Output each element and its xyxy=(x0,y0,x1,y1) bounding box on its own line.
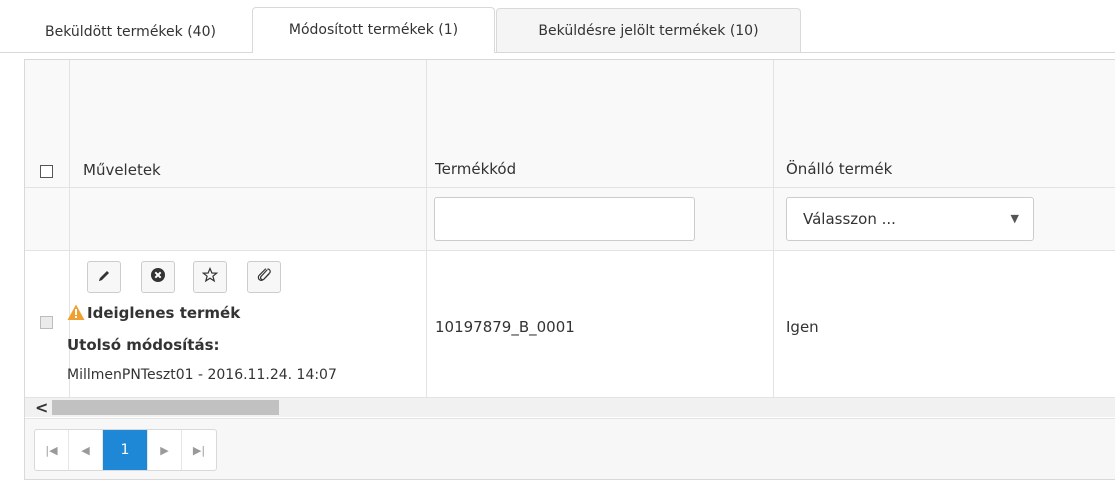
remove-button[interactable] xyxy=(141,261,175,293)
select-all-checkbox[interactable] xyxy=(40,165,53,178)
scrollbar-thumb[interactable] xyxy=(52,400,279,415)
temporary-product-warning: Ideiglenes termék xyxy=(87,304,241,322)
pencil-icon xyxy=(97,268,111,287)
next-page-icon: ▶ xyxy=(160,443,169,457)
column-header-product-code[interactable]: Termékkód xyxy=(435,160,516,178)
column-header-actions[interactable]: Műveletek xyxy=(83,161,161,179)
product-code-cell: 10197879_B_0001 xyxy=(435,318,575,336)
product-code-filter-input[interactable] xyxy=(434,197,695,241)
last-modified-value: MillmenPNTeszt01 - 2016.11.24. 14:07 xyxy=(67,367,337,383)
star-icon xyxy=(201,266,219,287)
previous-page-icon: ◀ xyxy=(81,443,90,457)
standalone-filter-select[interactable]: Válasszon ... ▼ xyxy=(786,197,1034,241)
attachment-button[interactable] xyxy=(247,261,281,293)
last-page-button[interactable]: ▶| xyxy=(182,430,216,470)
tab-modified-products[interactable]: Módosított termékek (1) xyxy=(252,7,495,53)
first-page-icon: |◀ xyxy=(45,443,58,457)
dropdown-caret-icon: ▼ xyxy=(1010,212,1019,225)
col-divider xyxy=(773,60,774,397)
standalone-filter-selected: Válasszon ... xyxy=(803,210,896,228)
edit-button[interactable] xyxy=(87,261,121,293)
page-button-current[interactable]: 1 xyxy=(103,430,148,470)
first-page-button[interactable]: |◀ xyxy=(35,430,69,470)
close-circle-icon xyxy=(150,267,166,287)
favorite-button[interactable] xyxy=(193,261,227,293)
row-select-checkbox[interactable] xyxy=(40,316,53,329)
products-grid: Műveletek Termékkód Önálló termék Válass… xyxy=(24,59,1115,480)
previous-page-button[interactable]: ◀ xyxy=(69,430,103,470)
header-body-divider xyxy=(25,250,1115,251)
tab-marked-for-submission[interactable]: Beküldésre jelölt termékek (10) xyxy=(496,8,801,52)
col-divider xyxy=(426,60,427,397)
warning-triangle-icon xyxy=(67,304,85,321)
horizontal-scrollbar[interactable]: < xyxy=(25,398,1115,417)
next-page-button[interactable]: ▶ xyxy=(148,430,182,470)
pager: |◀ ◀ 1 ▶ ▶| xyxy=(34,429,217,471)
tab-submitted-products[interactable]: Beküldött termékek (40) xyxy=(10,10,251,52)
header-filter-divider xyxy=(25,187,1115,188)
tab-bar: Beküldött termékek (40) Módosított termé… xyxy=(0,0,1115,53)
paperclip-icon xyxy=(256,267,272,287)
column-header-standalone[interactable]: Önálló termék xyxy=(786,160,892,178)
last-modified-label: Utolsó módosítás: xyxy=(67,336,220,354)
chevron-left-icon[interactable]: < xyxy=(35,398,51,417)
last-page-icon: ▶| xyxy=(192,443,206,457)
standalone-cell: Igen xyxy=(786,318,819,336)
